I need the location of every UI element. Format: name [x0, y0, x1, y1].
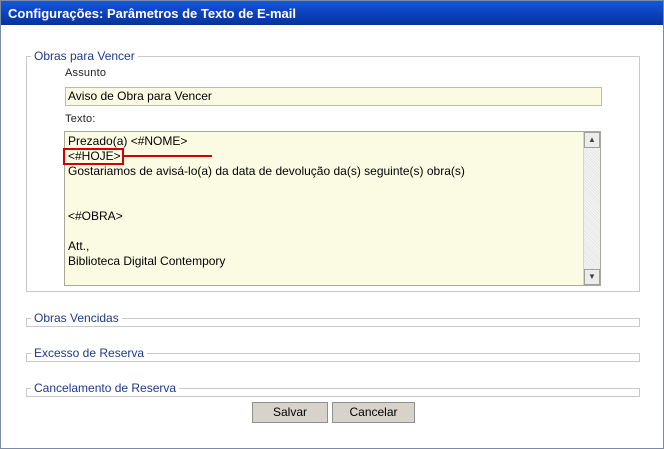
group-obras-vencidas-legend[interactable]: Obras Vencidas — [31, 311, 122, 325]
texto-line: Att., — [68, 239, 90, 253]
assunto-label: Assunto — [65, 67, 107, 79]
window-title: Configurações: Parâmetros de Texto de E-… — [8, 6, 296, 21]
scroll-up-arrow-icon[interactable]: ▲ — [584, 132, 600, 148]
group-cancelamento-de-reserva-legend[interactable]: Cancelamento de Reserva — [31, 381, 180, 395]
texto-line: Prezado(a) <#NOME> — [68, 134, 188, 148]
texto-line: <#OBRA> — [68, 209, 123, 223]
texto-line: Biblioteca Digital Contempory — [68, 254, 226, 268]
texto-line — [68, 194, 578, 209]
texto-scrollbar[interactable]: ▲ ▼ — [583, 132, 600, 285]
scroll-down-arrow-icon[interactable]: ▼ — [584, 269, 600, 285]
assunto-input[interactable]: Aviso de Obra para Vencer — [65, 87, 602, 106]
texto-label: Texto: — [65, 113, 96, 125]
hoje-highlight-pointer — [124, 155, 212, 157]
hoje-highlight-box — [63, 148, 124, 165]
group-obras-para-vencer-legend: Obras para Vencer — [31, 49, 138, 63]
email-text-settings-window: Configurações: Parâmetros de Texto de E-… — [0, 0, 664, 449]
cancelar-button[interactable]: Cancelar — [332, 402, 415, 423]
texto-line — [68, 224, 578, 239]
texto-line: Gostariamos de avisá-lo(a) da data de de… — [68, 164, 465, 178]
texto-line — [68, 179, 578, 194]
window-titlebar: Configurações: Parâmetros de Texto de E-… — [1, 1, 663, 25]
group-excesso-de-reserva-legend[interactable]: Excesso de Reserva — [31, 346, 148, 360]
salvar-button[interactable]: Salvar — [252, 402, 328, 423]
